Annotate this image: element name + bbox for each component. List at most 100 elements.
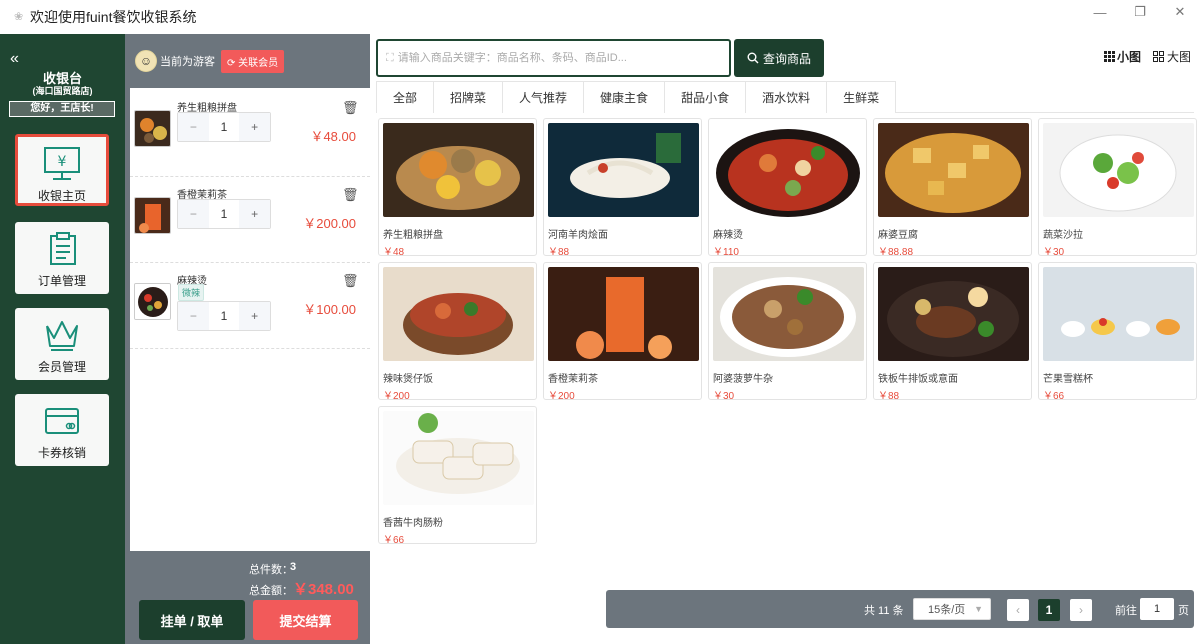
page-size-select[interactable]: 15条/页 ▼ <box>913 598 991 620</box>
product-card[interactable]: 芒果雪糕杯 ￥66 <box>1038 262 1197 402</box>
link-member-button[interactable]: ⟳ 关联会员 <box>221 49 285 73</box>
cart-item-thumbnail <box>134 110 171 147</box>
category-tabs: 全部 招牌菜 人气推荐 健康主食 甜品小食 酒水饮料 生鲜菜 <box>376 81 1194 113</box>
product-card[interactable]: 辣味煲仔饭 ￥200 <box>378 262 537 402</box>
quantity-stepper[interactable]: − 1 + <box>177 301 271 331</box>
view-large-toggle[interactable]: 大图 <box>1153 48 1191 65</box>
view-large-label: 大图 <box>1167 50 1192 64</box>
tab-fresh[interactable]: 生鲜菜 <box>826 81 897 113</box>
search-input[interactable] <box>397 52 729 64</box>
product-card[interactable]: 麻婆豆腐 ￥88.88 <box>873 118 1032 258</box>
page-suffix: 页 <box>1178 605 1189 617</box>
decrease-button[interactable]: − <box>178 200 209 228</box>
product-price: ￥30 <box>713 391 735 402</box>
product-card[interactable]: 铁板牛排饭或意面 ￥88 <box>873 262 1032 402</box>
product-name: 铁板牛排饭或意面 <box>878 374 958 385</box>
window-title: 欢迎使用fuint餐饮收银系统 <box>30 9 197 25</box>
product-card[interactable]: 香茜牛肉肠粉 ￥66 <box>378 406 537 546</box>
sidebar-item-label: 会员管理 <box>37 360 86 374</box>
cart-item: 养生粗粮拼盘 − 1 + 🗑 ￥48.00 <box>130 90 370 177</box>
product-image <box>548 267 699 361</box>
quantity-value[interactable]: 1 <box>209 302 240 330</box>
close-icon[interactable]: ✕ <box>1160 0 1200 24</box>
quantity-stepper[interactable]: − 1 + <box>177 199 271 229</box>
cart-item-price: ￥48.00 <box>310 129 356 144</box>
product-name: 麻辣烫 <box>713 230 743 241</box>
cart-footer: 总件数： 3 总金额： ￥348.00 挂单 / 取单 提交结算 <box>130 551 370 644</box>
sidebar-item-members[interactable]: 会员管理 <box>15 308 109 380</box>
quantity-value[interactable]: 1 <box>209 200 240 228</box>
minimize-icon[interactable]: — <box>1080 0 1120 24</box>
sidebar-item-cashier[interactable]: ¥ 收银主页 <box>15 134 109 206</box>
link-member-label: 关联会员 <box>238 57 279 69</box>
cart-header: ☺ 当前为游客 ⟳ 关联会员 <box>130 34 370 88</box>
pagination: 共 11 条 15条/页 ▼ ‹ 1 › 前往 1 页 <box>606 590 1194 628</box>
next-page-button[interactable]: › <box>1070 599 1092 621</box>
trash-icon[interactable]: 🗑 <box>342 187 359 203</box>
window-controls: — ❐ ✕ <box>1080 0 1200 24</box>
sidebar-item-label: 卡券核销 <box>37 446 86 460</box>
product-name: 麻婆豆腐 <box>878 230 918 241</box>
product-card[interactable]: 香橙茉莉茶 ￥200 <box>543 262 702 402</box>
decrease-button[interactable]: − <box>178 302 209 330</box>
product-price: ￥48 <box>383 247 405 258</box>
sidebar-item-orders[interactable]: 订单管理 <box>15 222 109 294</box>
prev-page-button[interactable]: ‹ <box>1007 599 1029 621</box>
title-bar: ❀ 欢迎使用fuint餐饮收银系统 — ❐ ✕ <box>0 0 1200 34</box>
goto-page-input[interactable]: 1 <box>1140 598 1174 620</box>
greeting-badge: 您好，王店长! <box>9 101 115 117</box>
increase-button[interactable]: + <box>239 113 271 141</box>
product-image <box>1043 123 1194 217</box>
clipboard-icon <box>50 232 76 265</box>
product-image <box>713 123 864 217</box>
product-price: ￥200 <box>548 391 575 402</box>
collapse-icon[interactable]: « <box>10 50 19 68</box>
product-card[interactable]: 麻辣烫 ￥110 <box>708 118 867 258</box>
trash-icon[interactable]: 🗑 <box>342 100 359 116</box>
search-box[interactable]: ⛶ <box>376 39 731 77</box>
search-button[interactable]: 查询商品 <box>734 39 824 77</box>
product-price: ￥30 <box>1043 247 1065 258</box>
trash-icon[interactable]: 🗑 <box>342 273 359 289</box>
spice-tag: 微辣 <box>178 284 205 301</box>
product-name: 香橙茉莉茶 <box>548 374 598 385</box>
total-count: 共 11 条 <box>864 605 904 617</box>
sidebar-item-coupons[interactable]: 卡券核销 <box>15 394 109 466</box>
product-card[interactable]: 养生粗粮拼盘 ￥48 <box>378 118 537 258</box>
quantity-value[interactable]: 1 <box>209 113 240 141</box>
page-number-button[interactable]: 1 <box>1038 599 1060 621</box>
tab-all[interactable]: 全部 <box>376 81 435 113</box>
product-image <box>383 123 534 217</box>
view-small-toggle[interactable]: 小图 <box>1104 48 1141 65</box>
scan-icon: ⛶ <box>386 51 394 64</box>
cart-item-thumbnail <box>134 197 171 234</box>
product-image <box>383 267 534 361</box>
tab-popular[interactable]: 人气推荐 <box>502 81 585 113</box>
product-name: 养生粗粮拼盘 <box>383 230 443 241</box>
decrease-button[interactable]: − <box>178 113 209 141</box>
increase-button[interactable]: + <box>239 302 271 330</box>
quantity-stepper[interactable]: − 1 + <box>177 112 271 142</box>
increase-button[interactable]: + <box>239 200 271 228</box>
tab-healthy-staple[interactable]: 健康主食 <box>583 81 666 113</box>
tab-desserts[interactable]: 甜品小食 <box>664 81 747 113</box>
product-name: 蔬菜沙拉 <box>1043 230 1083 241</box>
product-name: 阿婆菠萝牛杂 <box>713 374 773 385</box>
tab-drinks[interactable]: 酒水饮料 <box>745 81 828 113</box>
product-card[interactable]: 河南羊肉烩面 ￥88 <box>543 118 702 258</box>
product-card[interactable]: 蔬菜沙拉 ￥30 <box>1038 118 1197 258</box>
sidebar: « 收银台 (海口国贸路店) 您好，王店长! ¥ 收银主页 订单管理 会员管理 <box>0 34 125 644</box>
svg-text:¥: ¥ <box>58 154 67 170</box>
submit-checkout-button[interactable]: 提交结算 <box>253 600 358 640</box>
total-amount-label: 总金额： <box>249 585 293 597</box>
total-amount-value: ￥348.00 <box>293 581 354 598</box>
tab-signature[interactable]: 招牌菜 <box>433 81 504 113</box>
chevron-down-icon: ▼ <box>974 604 983 614</box>
maximize-icon[interactable]: ❐ <box>1120 0 1160 24</box>
app-icon: ❀ <box>14 11 24 23</box>
card-icon <box>45 408 79 434</box>
cart-item-thumbnail <box>134 283 171 320</box>
product-card[interactable]: 阿婆菠萝牛杂 ￥30 <box>708 262 867 402</box>
product-price: ￥88.88 <box>878 247 914 258</box>
hang-order-button[interactable]: 挂单 / 取单 <box>139 600 245 640</box>
